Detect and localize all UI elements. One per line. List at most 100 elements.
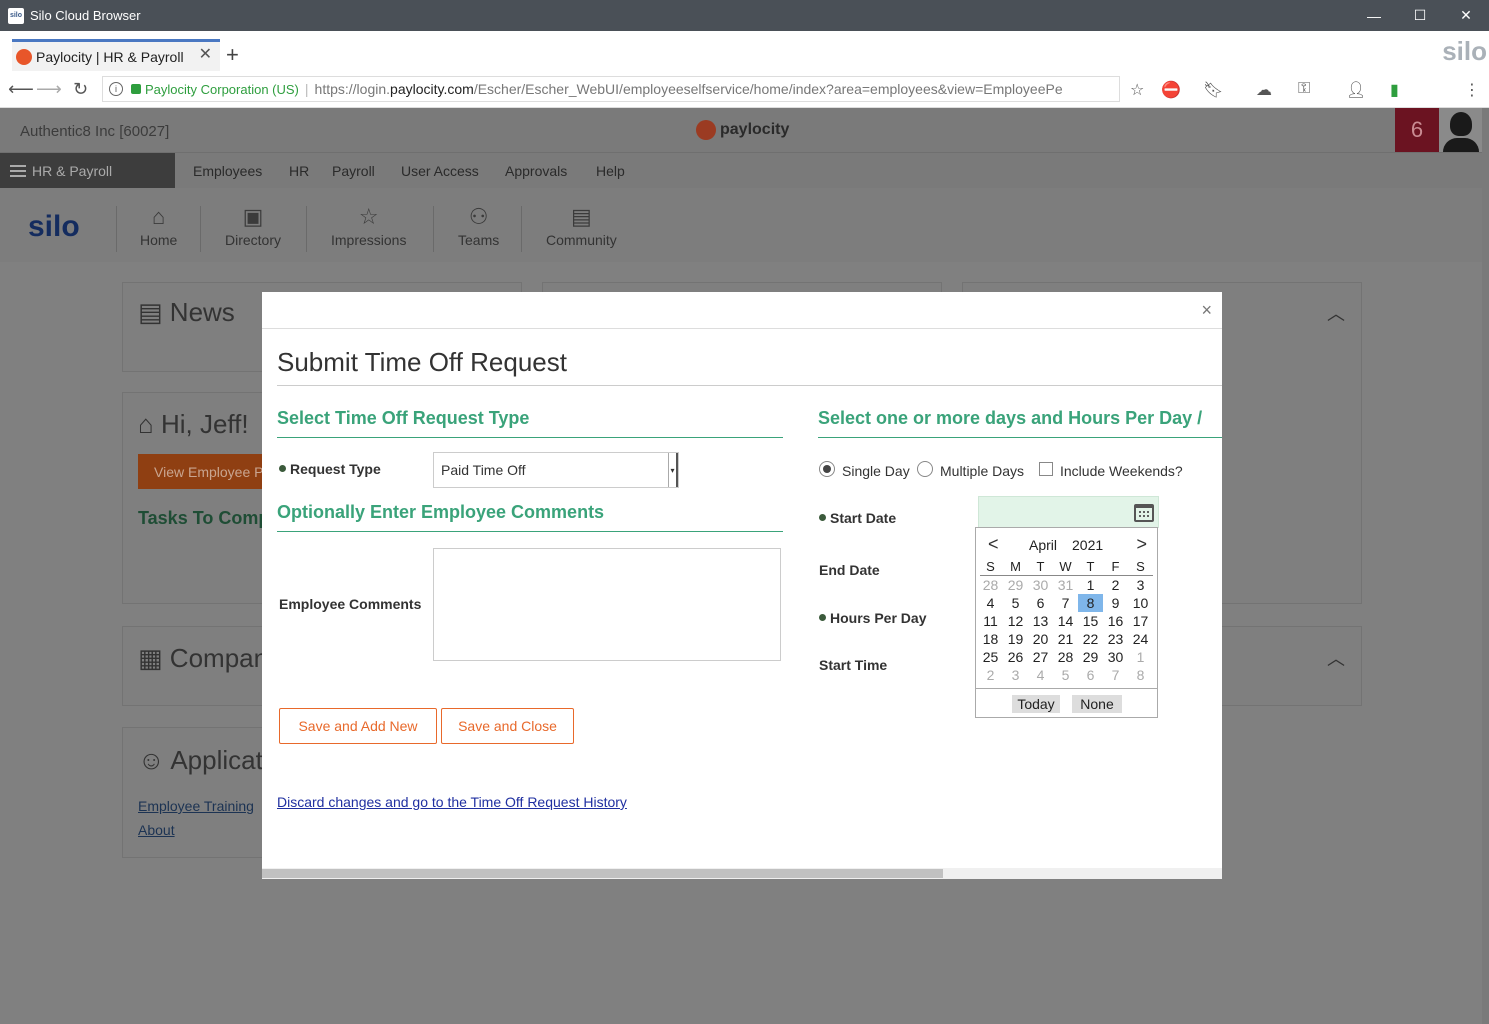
- datepicker-day[interactable]: 4: [1028, 666, 1053, 684]
- save-add-new-button[interactable]: Save and Add New: [279, 708, 437, 744]
- close-window-button[interactable]: ✕: [1443, 0, 1489, 31]
- chevron-up-icon[interactable]: ︿: [1327, 645, 1345, 671]
- datepicker-day[interactable]: 2: [978, 666, 1003, 684]
- datepicker-day[interactable]: 7: [1103, 666, 1128, 684]
- datepicker-day[interactable]: 29: [1003, 576, 1028, 594]
- forward-arrow-icon[interactable]: ⟶: [36, 79, 62, 100]
- datepicker-day[interactable]: 2: [1103, 576, 1128, 594]
- single-day-radio[interactable]: [819, 461, 835, 477]
- notification-badge[interactable]: 6: [1395, 108, 1439, 152]
- datepicker-day[interactable]: 5: [1003, 594, 1028, 612]
- tab-strip: Paylocity | HR & Payroll ✕ +: [0, 31, 1489, 71]
- view-employee-button[interactable]: View Employee P: [138, 454, 268, 489]
- silo-directory[interactable]: ▣ Directory: [225, 204, 281, 254]
- datepicker-day[interactable]: 16: [1103, 612, 1128, 630]
- menu-dots-icon[interactable]: ⋮: [1464, 80, 1480, 100]
- datepicker-day[interactable]: 26: [1003, 648, 1028, 666]
- datepicker-month[interactable]: April: [1029, 537, 1057, 553]
- none-button[interactable]: None: [1072, 695, 1122, 713]
- today-button[interactable]: Today: [1012, 695, 1060, 713]
- multiple-days-radio[interactable]: [917, 461, 933, 477]
- datepicker-day[interactable]: 30: [1103, 648, 1128, 666]
- datepicker-day[interactable]: 9: [1103, 594, 1128, 612]
- menu-hr[interactable]: HR: [289, 163, 309, 179]
- request-type-select[interactable]: Paid Time Off ▾: [433, 452, 679, 488]
- datepicker-day[interactable]: 23: [1103, 630, 1128, 648]
- silo-home[interactable]: ⌂ Home: [140, 204, 177, 254]
- save-close-button[interactable]: Save and Close: [441, 708, 574, 744]
- datepicker-day[interactable]: 21: [1053, 630, 1078, 648]
- datepicker-day[interactable]: 1: [1128, 648, 1153, 666]
- cloud-download-icon[interactable]: ☁: [1256, 80, 1272, 100]
- datepicker-day[interactable]: 3: [1003, 666, 1028, 684]
- menu-help[interactable]: Help: [596, 163, 625, 179]
- datepicker-day[interactable]: 6: [1028, 594, 1053, 612]
- datepicker-day[interactable]: 5: [1053, 666, 1078, 684]
- include-weekends-checkbox[interactable]: [1039, 462, 1053, 476]
- about-link[interactable]: About: [138, 822, 175, 838]
- datepicker-day[interactable]: 28: [1053, 648, 1078, 666]
- silo-community[interactable]: ▤ Community: [546, 204, 617, 254]
- datepicker-day[interactable]: 4: [978, 594, 1003, 612]
- datepicker-day[interactable]: 8: [1078, 594, 1103, 612]
- datepicker-day[interactable]: 22: [1078, 630, 1103, 648]
- datepicker-day[interactable]: 25: [978, 648, 1003, 666]
- datepicker-day[interactable]: 8: [1128, 666, 1153, 684]
- datepicker-day[interactable]: 1: [1078, 576, 1103, 594]
- datepicker-day[interactable]: 14: [1053, 612, 1078, 630]
- start-date-input[interactable]: [978, 496, 1159, 528]
- back-arrow-icon[interactable]: ⟵: [8, 79, 34, 100]
- menu-payroll[interactable]: Payroll: [332, 163, 375, 179]
- tab-close-icon[interactable]: ✕: [199, 44, 212, 64]
- modal-horizontal-scrollbar[interactable]: [262, 868, 1222, 879]
- prev-month-icon[interactable]: <: [988, 534, 999, 555]
- datepicker-day[interactable]: 17: [1128, 612, 1153, 630]
- reload-icon[interactable]: ↻: [73, 79, 88, 100]
- module-switcher[interactable]: HR & Payroll: [0, 153, 175, 189]
- modal-close-icon[interactable]: ×: [1201, 300, 1212, 321]
- datepicker-day[interactable]: 31: [1053, 576, 1078, 594]
- employee-training-link[interactable]: Employee Training: [138, 798, 254, 814]
- datepicker-day[interactable]: 12: [1003, 612, 1028, 630]
- bookmark-icon[interactable]: 🔖︎: [1203, 80, 1223, 100]
- maximize-button[interactable]: ☐: [1397, 0, 1443, 31]
- datepicker-day[interactable]: 3: [1128, 576, 1153, 594]
- tab-paylocity[interactable]: Paylocity | HR & Payroll ✕: [12, 39, 220, 71]
- datepicker-day[interactable]: 27: [1028, 648, 1053, 666]
- silo-impressions[interactable]: ☆ Impressions: [331, 204, 406, 254]
- silo-teams[interactable]: ⚇ Teams: [458, 204, 499, 254]
- chevron-up-icon[interactable]: ︿: [1327, 300, 1345, 326]
- star-bookmark-icon[interactable]: ☆: [1130, 80, 1144, 100]
- discard-link[interactable]: Discard changes and go to the Time Off R…: [277, 794, 627, 810]
- scrollbar-thumb[interactable]: [262, 869, 943, 878]
- new-tab-button[interactable]: +: [226, 43, 239, 67]
- datepicker-day[interactable]: 28: [978, 576, 1003, 594]
- block-icon[interactable]: ⛔: [1161, 80, 1181, 100]
- info-icon[interactable]: i: [109, 82, 123, 96]
- datepicker-day[interactable]: 13: [1028, 612, 1053, 630]
- user-icon[interactable]: 👤︎: [1346, 80, 1366, 100]
- datepicker-day[interactable]: 20: [1028, 630, 1053, 648]
- datepicker-day[interactable]: 10: [1128, 594, 1153, 612]
- datepicker-day[interactable]: 24: [1128, 630, 1153, 648]
- datepicker-day[interactable]: 19: [1003, 630, 1028, 648]
- menu-user-access[interactable]: User Access: [401, 163, 479, 179]
- menu-employees[interactable]: Employees: [193, 163, 262, 179]
- next-month-icon[interactable]: >: [1136, 534, 1147, 555]
- datepicker-year[interactable]: 2021: [1072, 537, 1103, 553]
- url-field[interactable]: i Paylocity Corporation (US) | https://l…: [102, 76, 1120, 102]
- key-icon[interactable]: ⚿: [1298, 80, 1310, 98]
- datepicker-day[interactable]: 11: [978, 612, 1003, 630]
- datepicker-day[interactable]: 15: [1078, 612, 1103, 630]
- calendar-icon[interactable]: [1134, 504, 1154, 522]
- avatar[interactable]: [1439, 108, 1483, 152]
- datepicker-day[interactable]: 7: [1053, 594, 1078, 612]
- datepicker-day[interactable]: 29: [1078, 648, 1103, 666]
- datepicker-day[interactable]: 18: [978, 630, 1003, 648]
- datepicker-grid: S M T W T F S 28 29 30 31 1 2 3 4 5 6 7 8 9 10 11 12 13 1…: [978, 558, 1155, 684]
- minimize-button[interactable]: —: [1351, 0, 1397, 31]
- employee-comments-input[interactable]: [433, 548, 781, 661]
- datepicker-day[interactable]: 6: [1078, 666, 1103, 684]
- menu-approvals[interactable]: Approvals: [505, 163, 567, 179]
- datepicker-day[interactable]: 30: [1028, 576, 1053, 594]
